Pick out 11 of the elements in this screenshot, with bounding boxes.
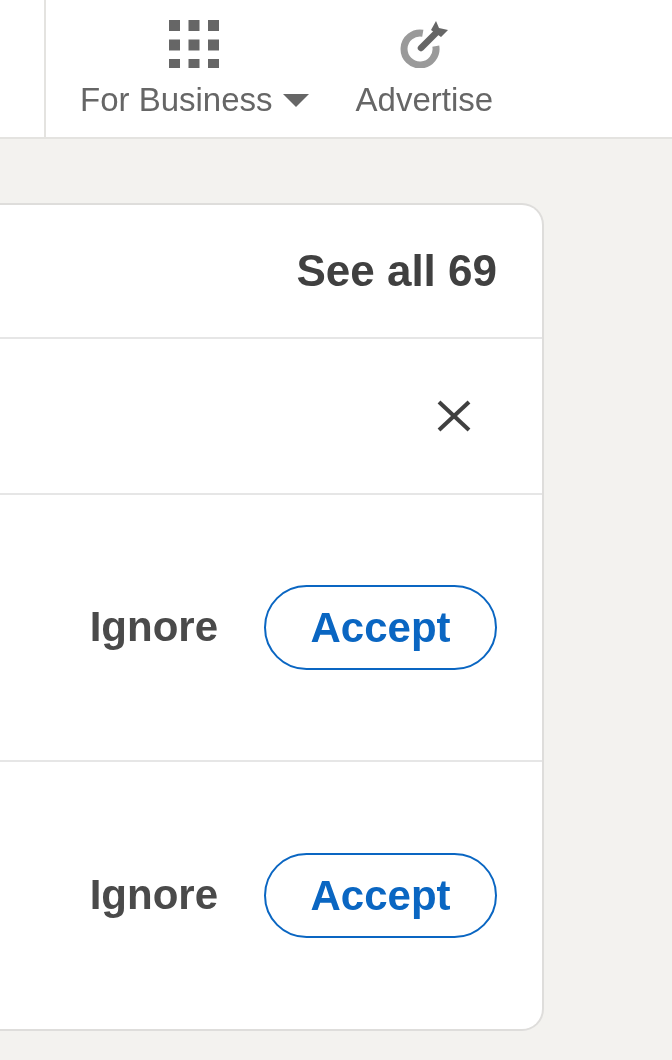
ignore-button[interactable]: Ignore: [89, 872, 218, 919]
nav-link[interactable]: Advertise: [355, 0, 494, 137]
close-icon[interactable]: [437, 400, 471, 432]
caret-icon: [282, 93, 309, 107]
target-icon: [398, 20, 451, 68]
see-all-link[interactable]: See all 69: [296, 238, 497, 304]
accept-button[interactable]: Accept: [264, 585, 497, 670]
nav-menu-button[interactable]: For Business: [80, 0, 309, 137]
grid-icon: [169, 20, 220, 68]
accept-button[interactable]: Accept: [264, 853, 497, 938]
ignore-button[interactable]: Ignore: [89, 604, 218, 651]
